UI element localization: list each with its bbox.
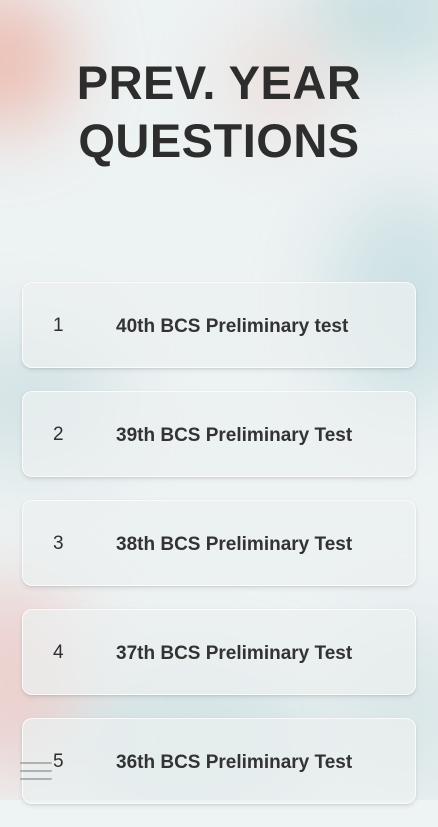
question-item-3[interactable]: 3 38th BCS Preliminary Test	[22, 500, 416, 586]
question-number: 1	[53, 315, 64, 336]
question-number: 4	[53, 642, 64, 663]
page-title-line-2: QUESTIONS	[78, 114, 360, 167]
question-item-1[interactable]: 1 40th BCS Preliminary test	[22, 282, 416, 368]
menu-line	[20, 770, 52, 772]
question-label: 38th BCS Preliminary Test	[116, 534, 353, 555]
question-label: 36th BCS Preliminary Test	[116, 752, 353, 773]
question-list: 1 40th BCS Preliminary test 2 39th BCS P…	[22, 282, 416, 827]
hamburger-menu-icon[interactable]	[20, 762, 52, 784]
question-number: 2	[53, 424, 64, 445]
question-number: 5	[53, 751, 64, 772]
menu-line	[20, 778, 52, 780]
question-number: 3	[53, 533, 64, 554]
main-page: PREV. YEAR QUESTIONS 1 40th BCS Prelimin…	[0, 0, 438, 804]
question-label: 39th BCS Preliminary Test	[116, 425, 353, 446]
page-title-line-1: PREV. YEAR	[76, 56, 362, 109]
question-label: 37th BCS Preliminary Test	[116, 643, 353, 664]
question-item-4[interactable]: 4 37th BCS Preliminary Test	[22, 609, 416, 695]
page-title: PREV. YEAR QUESTIONS	[0, 54, 438, 170]
question-item-5[interactable]: 5 36th BCS Preliminary Test	[22, 718, 416, 804]
question-item-2[interactable]: 2 39th BCS Preliminary Test	[22, 391, 416, 477]
question-label: 40th BCS Preliminary test	[116, 316, 349, 337]
menu-line	[20, 762, 52, 764]
